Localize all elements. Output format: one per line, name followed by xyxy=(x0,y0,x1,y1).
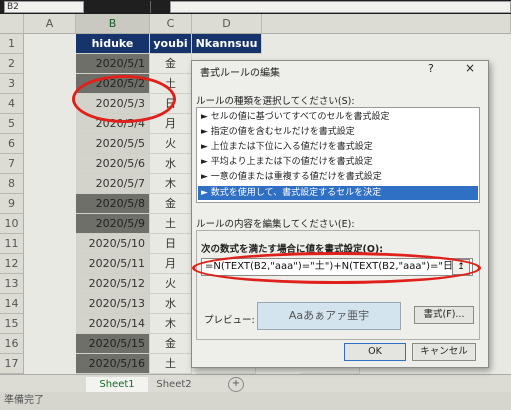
rule-type-item-selected[interactable]: ► 数式を使用して、書式設定するセルを決定 xyxy=(198,186,478,200)
date-cell[interactable]: 2020/5/13 xyxy=(76,294,150,314)
column-header-rest xyxy=(262,14,511,34)
help-icon[interactable]: ? xyxy=(428,62,434,75)
rule-type-item[interactable]: ► 上位または下位に入る値だけを書式設定 xyxy=(198,140,478,154)
weekday-cell[interactable]: 火 xyxy=(150,274,192,294)
weekday-cell[interactable]: 木 xyxy=(150,314,192,334)
row-header[interactable]: 13 xyxy=(0,274,24,294)
date-cell[interactable]: 2020/5/12 xyxy=(76,274,150,294)
weekday-cell[interactable]: 土 xyxy=(150,354,192,374)
sheet-tab-bar xyxy=(0,374,511,392)
date-cell[interactable]: 2020/5/15 xyxy=(76,334,150,354)
weekday-cell[interactable]: 火 xyxy=(150,134,192,154)
cancel-button[interactable]: キャンセル xyxy=(412,343,476,361)
tab-sheet2[interactable]: Sheet2 xyxy=(150,377,198,392)
name-box[interactable]: B2 xyxy=(4,1,84,13)
row-header[interactable]: 4 xyxy=(0,94,24,114)
row-header[interactable]: 1 xyxy=(0,34,24,54)
rule-type-item[interactable]: ► セルの値に基づいてすべてのセルを書式設定 xyxy=(198,110,478,124)
row-header[interactable]: 3 xyxy=(0,74,24,94)
rule-type-item[interactable]: ► 指定の値を含むセルだけを書式設定 xyxy=(198,125,478,139)
row-header[interactable]: 8 xyxy=(0,174,24,194)
date-cell[interactable]: 2020/5/1 xyxy=(76,54,150,74)
annotation-circle-dates xyxy=(72,75,176,123)
date-cell[interactable]: 2020/5/16 xyxy=(76,354,150,374)
cell-c1[interactable]: youbi xyxy=(150,34,192,54)
row-header[interactable]: 11 xyxy=(0,234,24,254)
date-cell[interactable]: 2020/5/14 xyxy=(76,314,150,334)
formula-bar[interactable] xyxy=(170,1,511,13)
format-preview: Aaあぁアァ亜宇 xyxy=(257,302,401,330)
date-cell[interactable]: 2020/5/7 xyxy=(76,174,150,194)
row-header[interactable]: 9 xyxy=(0,194,24,214)
rule-type-label: ルールの種類を選択してください(S): xyxy=(196,96,355,107)
rule-type-item[interactable]: ► 一意の値または重複する値だけを書式設定 xyxy=(198,170,478,184)
row-header[interactable]: 2 xyxy=(0,54,24,74)
weekday-cell[interactable]: 金 xyxy=(150,194,192,214)
weekday-cell[interactable]: 金 xyxy=(150,54,192,74)
column-header-a[interactable]: A xyxy=(24,14,76,34)
cell-d1[interactable]: Nkannsuu xyxy=(192,34,262,54)
row-header[interactable]: 17 xyxy=(0,354,24,374)
column-header-d[interactable]: D xyxy=(192,14,262,34)
row-header[interactable]: 7 xyxy=(0,154,24,174)
weekday-cell[interactable]: 日 xyxy=(150,234,192,254)
weekday-cell[interactable]: 土 xyxy=(150,214,192,234)
ok-button[interactable]: OK xyxy=(344,343,406,361)
column-header-c[interactable]: C xyxy=(150,14,192,34)
weekday-cell[interactable]: 水 xyxy=(150,294,192,314)
date-cell[interactable]: 2020/5/10 xyxy=(76,234,150,254)
row-header[interactable]: 14 xyxy=(0,294,24,314)
close-icon[interactable]: × xyxy=(465,61,475,75)
preview-label: プレビュー: xyxy=(204,315,255,326)
status-bar: 準備完了 xyxy=(0,392,511,410)
toolbar-divider xyxy=(150,1,151,13)
dialog-title: 書式ルールの編集 xyxy=(200,68,280,79)
row-header[interactable]: 12 xyxy=(0,254,24,274)
date-cell[interactable]: 2020/5/11 xyxy=(76,254,150,274)
annotation-circle-formula xyxy=(192,252,481,284)
column-header-b[interactable]: B xyxy=(76,14,150,34)
row-header[interactable]: 15 xyxy=(0,314,24,334)
date-cell[interactable]: 2020/5/5 xyxy=(76,134,150,154)
weekday-cell[interactable]: 水 xyxy=(150,154,192,174)
cell-b1[interactable]: hiduke xyxy=(76,34,150,54)
select-all-corner[interactable] xyxy=(0,14,24,34)
weekday-cell[interactable]: 金 xyxy=(150,334,192,354)
edit-rule-label: ルールの内容を編集してください(E): xyxy=(196,219,355,230)
row-header[interactable]: 6 xyxy=(0,134,24,154)
weekday-cell[interactable]: 月 xyxy=(150,254,192,274)
date-cell[interactable]: 2020/5/8 xyxy=(76,194,150,214)
rule-type-item[interactable]: ► 平均より上または下の値だけを書式設定 xyxy=(198,155,478,169)
date-cell[interactable]: 2020/5/9 xyxy=(76,214,150,234)
add-sheet-icon[interactable]: + xyxy=(228,377,244,392)
row-header[interactable]: 10 xyxy=(0,214,24,234)
date-cell[interactable]: 2020/5/6 xyxy=(76,154,150,174)
format-button[interactable]: 書式(F)... xyxy=(414,306,474,324)
weekday-cell[interactable]: 木 xyxy=(150,174,192,194)
row-header[interactable]: 5 xyxy=(0,114,24,134)
row-header[interactable]: 16 xyxy=(0,334,24,354)
